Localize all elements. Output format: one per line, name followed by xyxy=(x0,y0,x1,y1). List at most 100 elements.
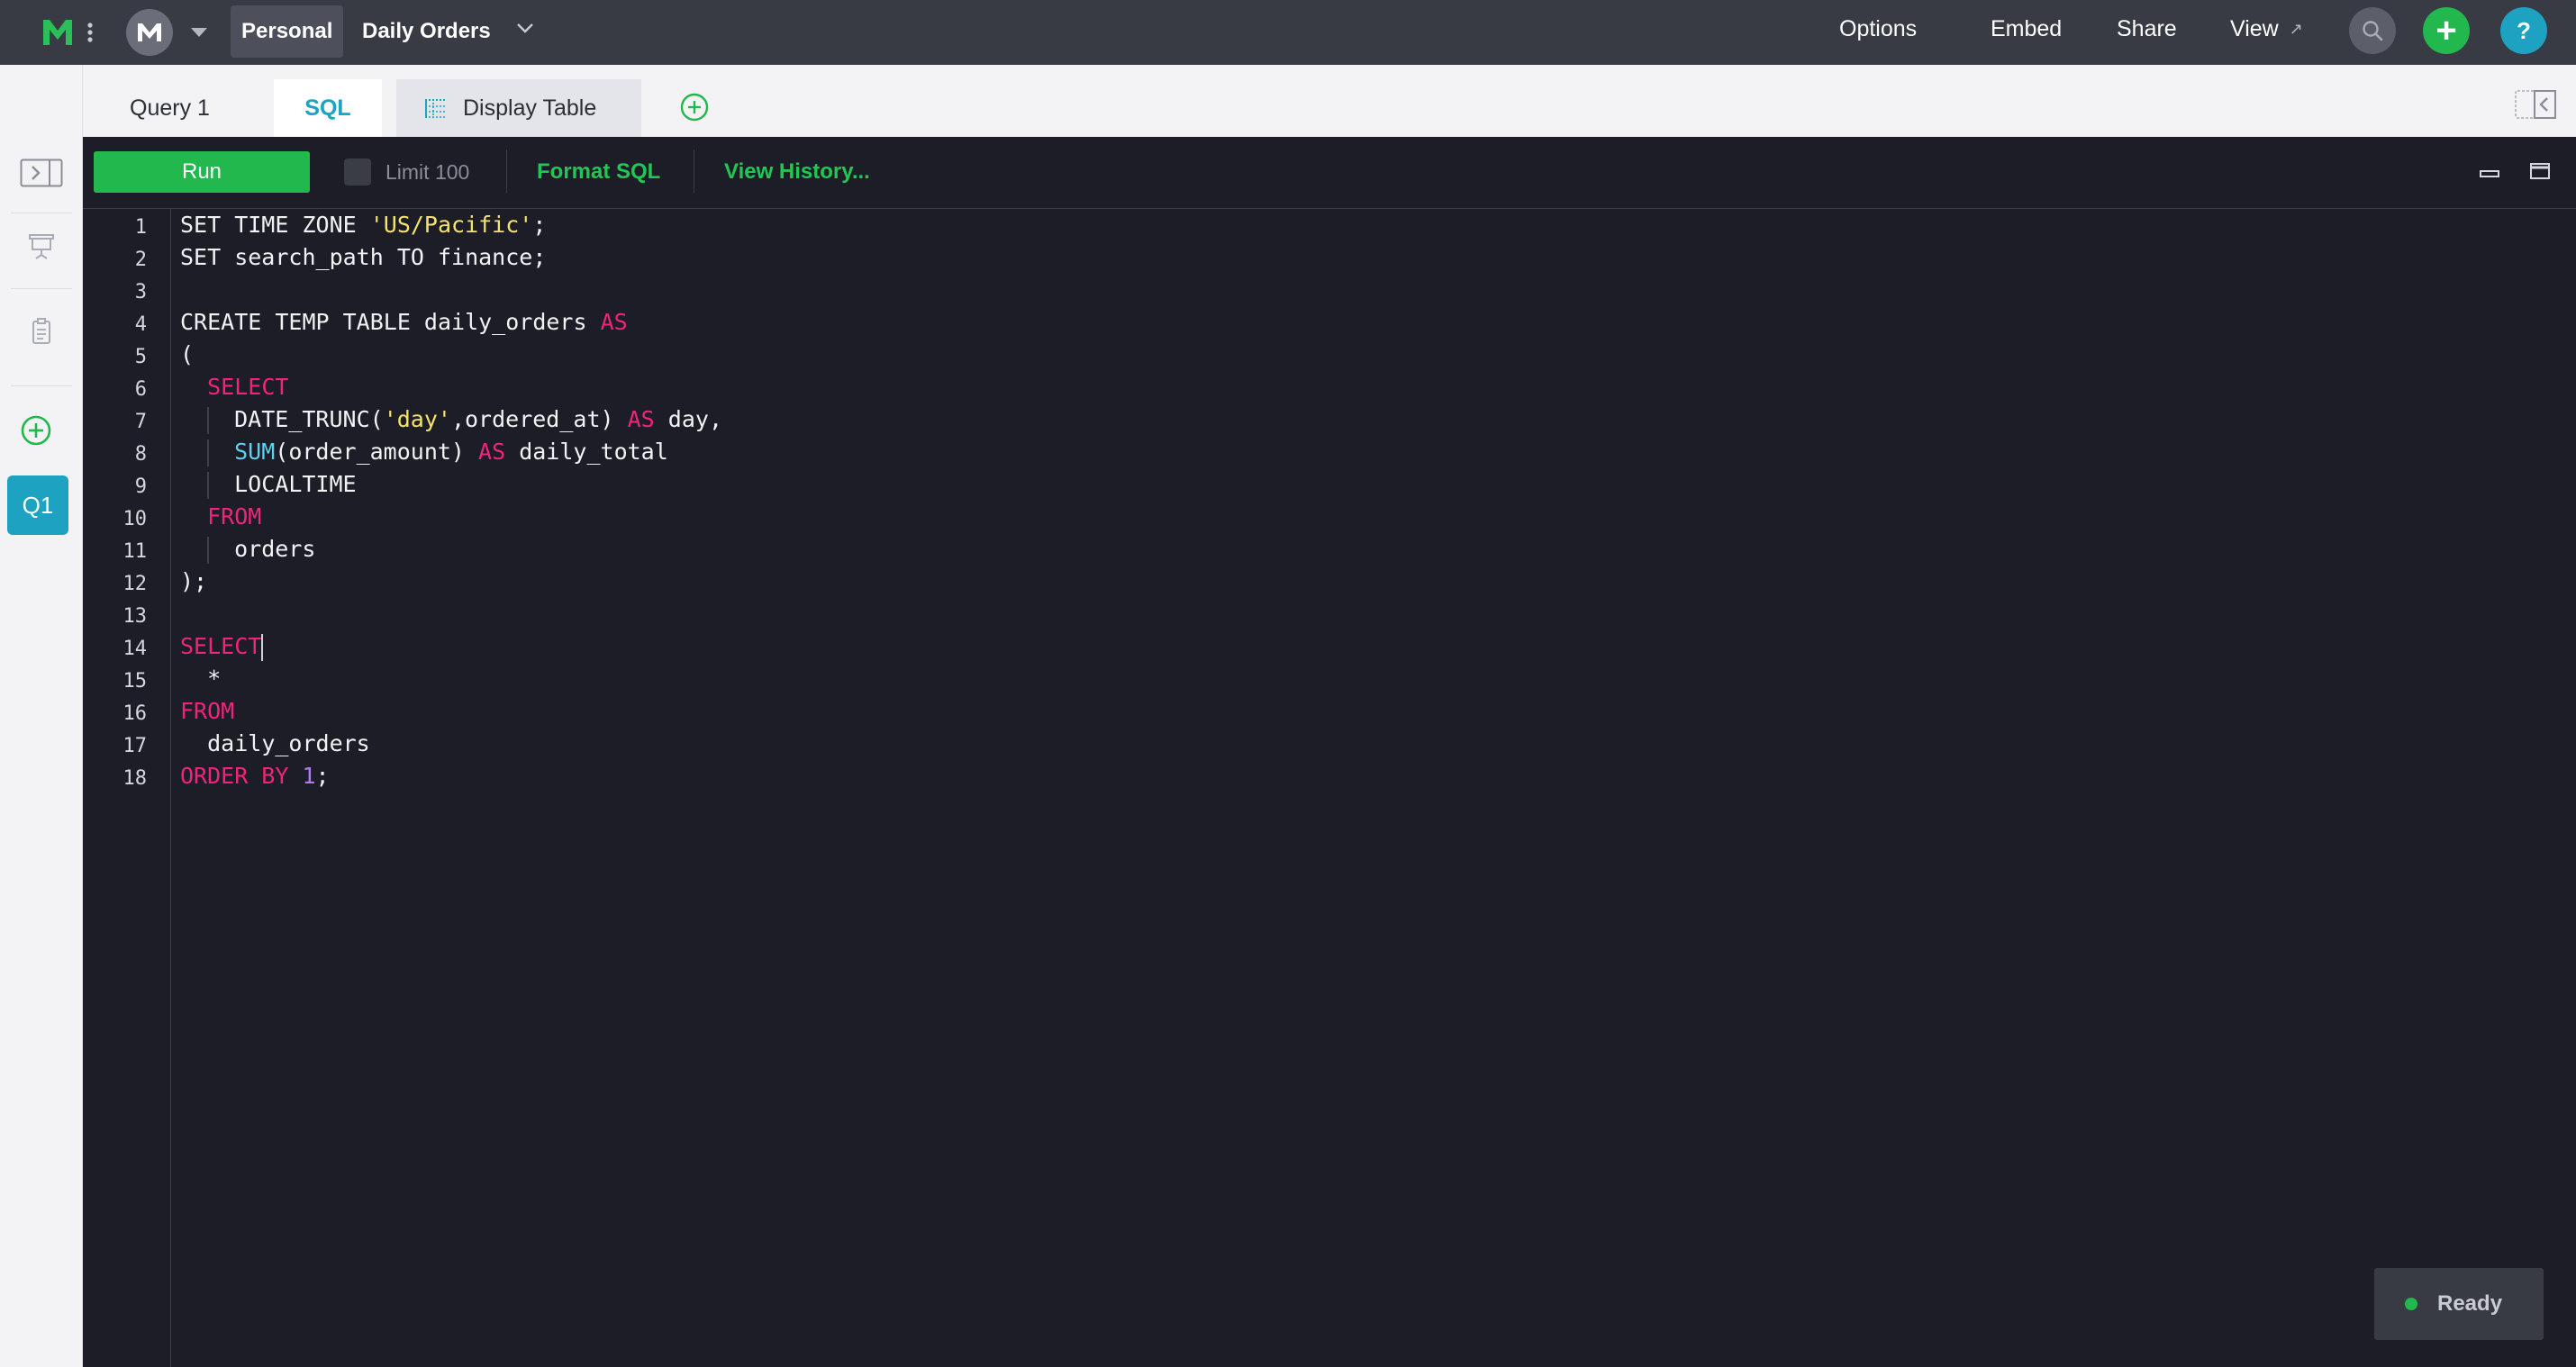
line-number: 18 xyxy=(122,767,148,790)
new-report-button[interactable]: + xyxy=(2423,7,2470,54)
left-rail: Q1 xyxy=(0,65,83,1367)
view-history-button[interactable]: View History... xyxy=(724,151,870,193)
sql-text: * xyxy=(207,665,222,692)
code-line[interactable]: DATE_TRUNC('day',ordered_at) AS day, xyxy=(180,403,722,436)
sql-text: daily_orders xyxy=(207,730,370,756)
help-button[interactable]: ? xyxy=(2500,7,2547,54)
tab-sql[interactable]: SQL xyxy=(274,79,382,137)
search-button[interactable] xyxy=(2349,7,2396,54)
external-arrow-icon: ↗ xyxy=(2289,19,2303,38)
sql-keyword: SELECT xyxy=(180,633,262,659)
code-line[interactable]: orders xyxy=(180,533,315,566)
text-cursor xyxy=(261,634,264,661)
notebook-button[interactable] xyxy=(18,308,65,355)
run-status: Ready xyxy=(2374,1268,2544,1340)
sql-text: DATE_TRUNC( xyxy=(234,406,384,432)
sql-text: ; xyxy=(315,763,330,789)
breadcrumb-workspace[interactable]: Personal xyxy=(231,5,344,58)
code-line[interactable]: SET TIME ZONE 'US/Pacific'; xyxy=(180,209,546,241)
tab-display-table[interactable]: Display Table xyxy=(396,79,641,137)
sql-keyword: AS xyxy=(600,309,628,335)
toolbar-divider xyxy=(506,149,507,193)
tab-display-table-label: Display Table xyxy=(463,95,597,121)
code-line[interactable]: ); xyxy=(180,566,207,598)
code-line[interactable]: daily_orders xyxy=(180,728,370,760)
chevron-down-icon[interactable] xyxy=(515,22,535,34)
indent-guide xyxy=(207,407,210,434)
sql-text: daily_total xyxy=(505,439,668,465)
share-link[interactable]: Share xyxy=(2117,0,2177,58)
line-number-gutter: 1 2 3 4 5 6 7 8 9 10 11 12 13 14 15 16 1… xyxy=(83,209,171,1367)
line-number: 11 xyxy=(122,540,148,563)
sql-editor[interactable]: 1 2 3 4 5 6 7 8 9 10 11 12 13 14 15 16 1… xyxy=(83,209,2576,1367)
limit-toggle[interactable]: Limit 100 xyxy=(344,151,469,193)
sql-text: SET search_path TO finance; xyxy=(180,244,547,270)
code-line[interactable]: SET search_path TO finance; xyxy=(180,241,546,274)
avatar[interactable] xyxy=(126,9,173,56)
line-number: 15 xyxy=(122,670,148,693)
sql-keyword: FROM xyxy=(180,698,235,724)
sql-text: ,ordered_at) xyxy=(450,406,628,432)
presentation-button[interactable] xyxy=(18,223,65,270)
code-line[interactable]: ORDER BY 1; xyxy=(180,760,330,792)
mode-logo-icon[interactable] xyxy=(40,13,103,52)
account-menu[interactable] xyxy=(126,9,207,56)
line-number: 4 xyxy=(134,313,147,336)
add-query-button[interactable] xyxy=(13,407,59,454)
code-line[interactable]: SELECT xyxy=(180,630,264,663)
maximize-editor-icon[interactable] xyxy=(2529,162,2551,182)
line-number: 5 xyxy=(134,346,147,368)
options-link[interactable]: Options xyxy=(1839,0,1917,58)
format-sql-button[interactable]: Format SQL xyxy=(537,151,660,193)
code-line[interactable]: LOCALTIME xyxy=(180,468,357,501)
add-tab-icon[interactable] xyxy=(679,92,710,122)
expand-panel-button[interactable] xyxy=(18,149,65,196)
embed-link[interactable]: Embed xyxy=(1991,0,2062,58)
line-number: 14 xyxy=(122,638,148,660)
line-number: 3 xyxy=(134,281,147,303)
clipboard-icon xyxy=(32,318,50,344)
minimize-editor-icon[interactable] xyxy=(2479,162,2500,180)
code-line[interactable]: * xyxy=(180,663,221,695)
tab-query-1[interactable]: Query 1 xyxy=(130,79,274,137)
sql-text: SET TIME ZONE xyxy=(180,212,370,238)
limit-checkbox[interactable] xyxy=(344,158,371,186)
plus-icon: + xyxy=(2435,11,2457,50)
code-line[interactable]: SUM(order_amount) AS daily_total xyxy=(180,436,668,468)
report-title[interactable]: Daily Orders xyxy=(362,5,491,58)
code-line[interactable]: CREATE TEMP TABLE daily_orders AS xyxy=(180,306,628,339)
caret-down-icon[interactable] xyxy=(191,28,207,37)
sql-text: ); xyxy=(180,568,208,594)
sql-text: (order_amount) xyxy=(275,439,479,465)
sql-keyword: FROM xyxy=(207,503,262,530)
line-number: 2 xyxy=(134,249,147,271)
sql-keyword: SELECT xyxy=(207,374,289,400)
line-number: 13 xyxy=(122,605,148,628)
top-bar: Personal Daily Orders Options Embed Shar… xyxy=(0,0,2576,65)
sql-text: LOCALTIME xyxy=(234,471,357,497)
line-number: 8 xyxy=(134,443,147,466)
view-link[interactable]: View ↗ xyxy=(2230,0,2303,58)
sql-text: ( xyxy=(180,341,195,367)
sql-text: orders xyxy=(234,536,316,562)
mode-avatar-icon xyxy=(138,23,161,41)
sql-text: CREATE TEMP TABLE daily_orders xyxy=(180,309,601,335)
run-button[interactable]: Run xyxy=(94,151,310,193)
code-line[interactable]: FROM xyxy=(180,501,261,533)
code-line[interactable]: SELECT xyxy=(180,371,288,403)
code-line[interactable]: ( xyxy=(180,339,194,371)
collapse-panel-icon[interactable] xyxy=(2515,90,2556,119)
sql-number: 1 xyxy=(302,763,316,789)
search-icon xyxy=(2363,21,2383,41)
sql-text: ; xyxy=(532,212,547,238)
sql-string: 'US/Pacific' xyxy=(369,212,533,238)
code-line[interactable]: FROM xyxy=(180,695,234,728)
query-badge-q1[interactable]: Q1 xyxy=(7,475,68,535)
status-text: Ready xyxy=(2437,1291,2503,1316)
